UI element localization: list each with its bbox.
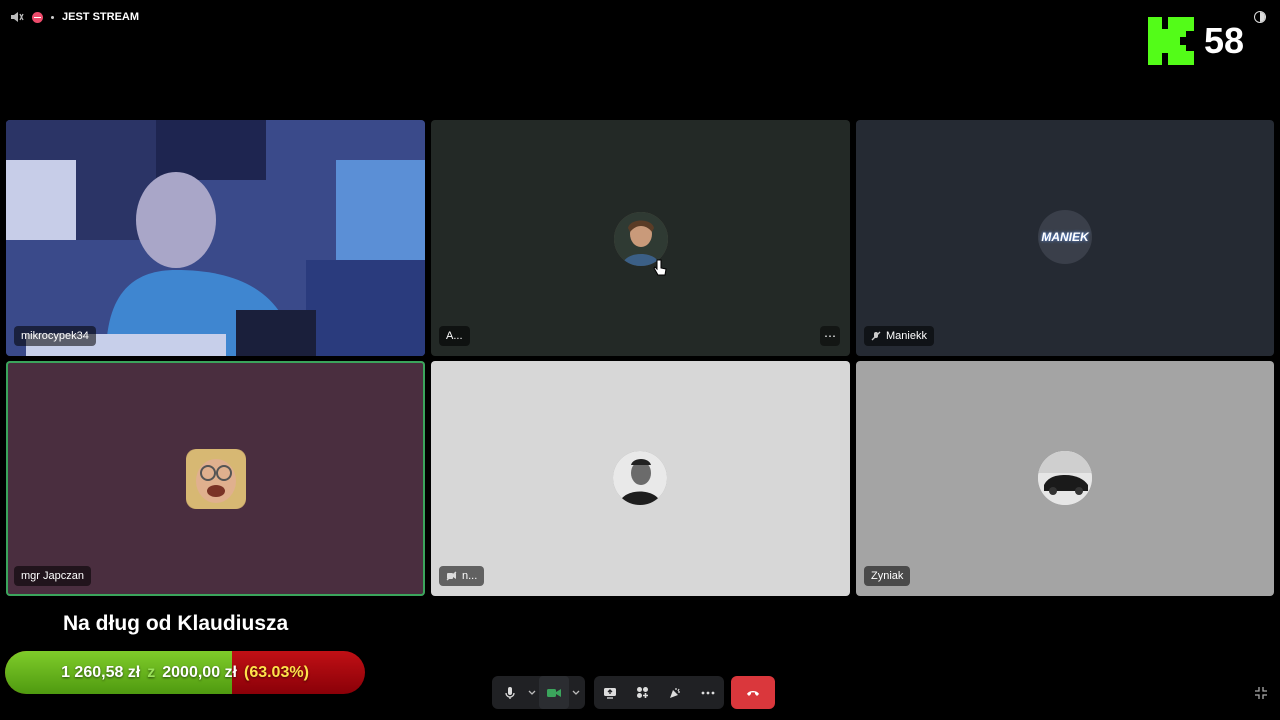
hang-up-icon <box>747 690 759 696</box>
fundraiser-goal: 2000,00 zł <box>162 663 237 681</box>
participant-avatar <box>613 451 667 505</box>
video-tile-maniekk[interactable]: MANIEK Maniekk <box>856 120 1274 356</box>
mic-muted-icon <box>871 331 881 341</box>
exit-fullscreen-icon[interactable] <box>1254 686 1268 700</box>
video-off-icon <box>446 571 457 581</box>
camera-button[interactable] <box>539 676 569 709</box>
soundboard-button[interactable] <box>660 676 690 709</box>
screen-share-button[interactable] <box>595 676 625 709</box>
camera-feed-image <box>6 120 425 356</box>
participant-name-tag: mikrocypek34 <box>14 326 96 346</box>
fundraiser-current: 1 260,58 zł <box>61 663 141 681</box>
participant-name-tag: Maniekk <box>864 326 934 346</box>
camera-options-button[interactable] <box>569 676 583 709</box>
participant-name-tag: Zyniak <box>864 566 911 586</box>
soundboard-icon <box>670 687 681 698</box>
fundraiser-progress-text: 1 260,58 zł z 2000,00 zł (63.03%) <box>5 651 365 694</box>
participant-name: Zyniak <box>871 570 904 582</box>
stream-status-bar: JEST STREAM <box>10 8 139 26</box>
participant-name-tag: A... <box>439 326 470 346</box>
more-options-button[interactable]: ⋯ <box>820 326 840 346</box>
separator-dot <box>51 15 54 19</box>
stream-title: JEST STREAM <box>62 11 140 23</box>
media-controls <box>492 676 585 709</box>
fundraiser-progress-bar: 1 260,58 zł z 2000,00 zł (63.03%) <box>5 651 365 694</box>
participant-name: mikrocypek34 <box>21 330 89 342</box>
participant-avatar <box>1038 451 1092 505</box>
more-dots-icon: ⋯ <box>824 329 836 343</box>
chevron-down-icon <box>572 690 580 695</box>
more-actions-button[interactable] <box>693 676 723 709</box>
microphone-options-button[interactable] <box>525 676 539 709</box>
activities-icon <box>637 687 649 698</box>
more-dots-icon <box>701 691 715 694</box>
video-tile-a[interactable]: A... ⋯ <box>431 120 850 356</box>
video-tile-n[interactable]: n... <box>431 361 850 596</box>
call-actions <box>594 676 724 709</box>
theme-moon-icon[interactable] <box>1254 11 1266 23</box>
microphone-icon <box>505 686 515 699</box>
activities-button[interactable] <box>628 676 658 709</box>
microphone-button[interactable] <box>495 676 525 709</box>
speaker-muted-icon[interactable] <box>10 10 24 24</box>
participant-name: mgr Japczan <box>21 570 84 582</box>
fundraiser-title: Na dług od Klaudiusza <box>63 612 289 635</box>
kick-logo-icon <box>1148 17 1194 65</box>
video-tile-zyniak[interactable]: Zyniak <box>856 361 1274 596</box>
participant-avatar: MANIEK <box>1038 210 1092 264</box>
screen-share-icon <box>604 687 617 699</box>
video-tile-mgr-japczan[interactable]: mgr Japczan <box>6 361 425 596</box>
participant-name-tag: n... <box>439 566 485 586</box>
participant-name: n... <box>462 570 478 582</box>
live-status-icon <box>32 11 43 23</box>
chevron-down-icon <box>528 690 536 695</box>
participant-name-tag: mgr Japczan <box>14 566 91 586</box>
cursor-hand-icon <box>653 259 667 276</box>
disconnect-button[interactable] <box>731 676 775 709</box>
fundraiser-connector: z <box>147 663 156 681</box>
avatar-logo-text: MANIEK <box>1041 230 1089 244</box>
viewer-count: 58 <box>1204 20 1245 61</box>
video-tile-mikrocypek34[interactable]: mikrocypek34 <box>6 120 425 356</box>
participant-avatar <box>614 212 668 266</box>
camera-icon <box>547 688 561 697</box>
participant-name: Maniekk <box>886 330 927 342</box>
fundraiser-percent: (63.03%) <box>243 663 309 681</box>
participant-name: A... <box>446 330 463 342</box>
participant-avatar <box>186 449 246 509</box>
